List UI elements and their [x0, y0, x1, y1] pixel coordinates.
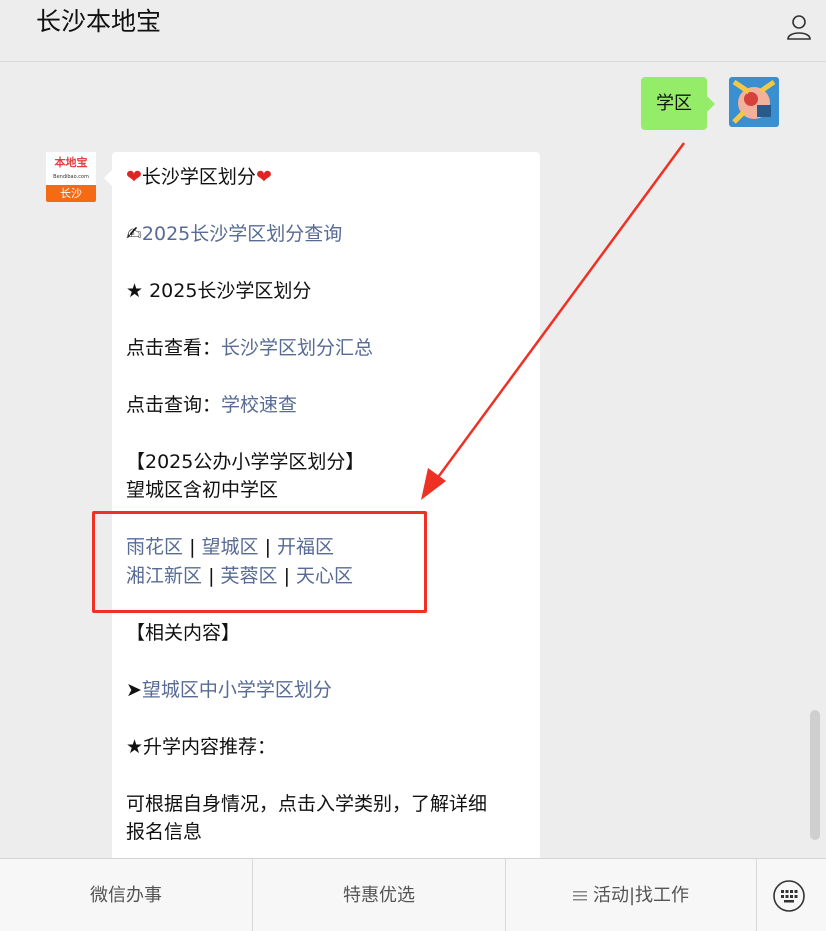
summary-link[interactable]: 长沙学区划分汇总	[221, 337, 373, 359]
logo-sub: Bendibao.com	[53, 174, 89, 180]
related-line: ➤望城区中小学学区划分	[126, 676, 332, 704]
list-menu-icon	[572, 891, 587, 901]
logo-text: 本地宝	[54, 156, 88, 169]
recommend-text-2: 报名信息	[126, 821, 203, 843]
annotation-highlight-box	[92, 511, 427, 613]
query-prefix: 点击查询：	[126, 394, 222, 416]
avatar-image-icon	[729, 77, 779, 127]
view-prefix: 点击查看：	[126, 337, 222, 359]
view-line: 点击查看：长沙学区划分汇总	[126, 334, 373, 362]
related-link[interactable]: 望城区中小学学区划分	[142, 679, 332, 701]
heading-text: 长沙学区划分	[141, 166, 256, 188]
heart-icon: ❤	[255, 166, 272, 188]
school-query-line: 点击查询：学校速查	[126, 391, 297, 419]
keyboard-icon[interactable]	[772, 879, 806, 913]
query-line: ✍2025长沙学区划分查询	[126, 220, 342, 248]
chat-header: 长沙本地宝	[0, 0, 826, 62]
person-icon[interactable]	[784, 12, 814, 42]
recommend-text-1: 可根据自身情况，点击入学类别，了解详细	[126, 793, 488, 815]
recommend-title: ★升学内容推荐：	[126, 736, 277, 758]
scrollbar[interactable]	[810, 710, 820, 840]
heart-icon: ❤	[126, 166, 142, 188]
user-avatar[interactable]	[729, 77, 779, 127]
bottom-menu-bar: 微信办事 特惠优选 活动|找工作	[0, 858, 826, 931]
menu-item-activities-label: 活动|找工作	[592, 885, 690, 906]
writing-hand-icon: ✍	[126, 223, 142, 245]
school-search-link[interactable]: 学校速查	[221, 394, 297, 416]
message-heading: ❤长沙学区划分❤	[126, 163, 272, 191]
arrow-icon: ➤	[126, 679, 142, 701]
query-link[interactable]: 2025长沙学区划分查询	[142, 223, 342, 245]
chat-title: 长沙本地宝	[36, 7, 162, 36]
bendibao-logo: 本地宝 Bendibao.com	[46, 152, 96, 185]
menu-item-activities[interactable]: 活动|找工作	[506, 859, 757, 931]
section-title: ★ 2025长沙学区划分	[126, 280, 312, 302]
logo-city: 长沙	[46, 185, 96, 202]
wangcheng-note: 望城区含初中学区	[126, 479, 279, 501]
related-title: 【相关内容】	[126, 622, 241, 644]
user-message-text: 学区	[656, 93, 692, 114]
user-message-bubble: 学区	[641, 77, 715, 130]
menu-item-deals[interactable]: 特惠优选	[253, 859, 506, 931]
public-title: 【2025公办小学学区划分】	[126, 451, 365, 473]
bot-avatar[interactable]: 本地宝 Bendibao.com 长沙	[46, 152, 96, 202]
menu-item-wechat-service[interactable]: 微信办事	[0, 859, 253, 931]
